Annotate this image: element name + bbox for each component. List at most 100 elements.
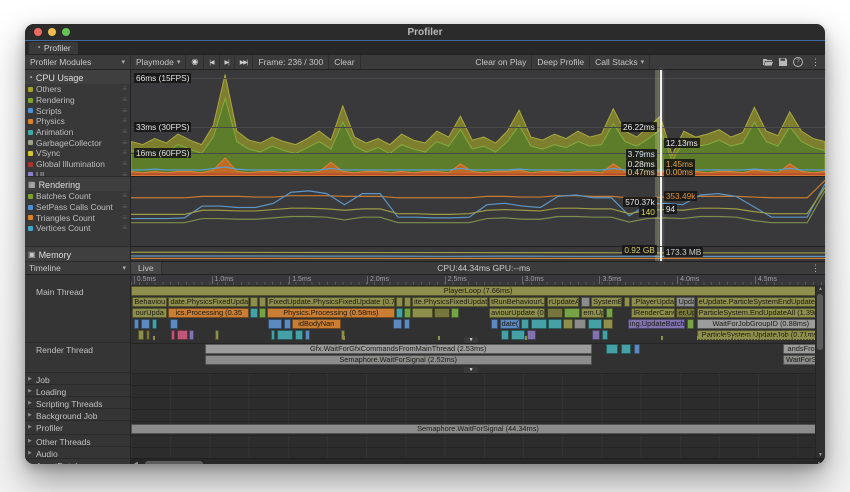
timeline-span[interactable]: aviourUpdate (0.33 xyxy=(489,308,545,318)
thread-label-profiler[interactable]: ▶Profiler xyxy=(25,421,130,435)
timeline-span[interactable]: Updat xyxy=(676,297,694,307)
timeline-span[interactable] xyxy=(404,308,410,318)
timeline-span[interactable]: ics.Processing (0.35 xyxy=(168,308,249,318)
previous-frame-button[interactable]: |◀ xyxy=(204,55,219,69)
timeline-span[interactable] xyxy=(259,308,265,318)
timeline-span[interactable] xyxy=(491,319,498,329)
legend-item-triangles-count[interactable]: Triangles Count≡ xyxy=(25,212,130,223)
timeline-span[interactable] xyxy=(547,308,563,318)
timeline-span[interactable] xyxy=(602,330,608,340)
timeline-span[interactable] xyxy=(521,319,529,329)
timeline-span[interactable] xyxy=(138,330,144,340)
legend-item-global-illumination[interactable]: Global Illumination≡ xyxy=(25,159,130,170)
timeline-span[interactable] xyxy=(177,330,188,340)
timeline-span[interactable] xyxy=(451,308,459,318)
timeline-span[interactable] xyxy=(215,330,219,340)
timeline-span[interactable] xyxy=(564,308,580,318)
load-profile-button[interactable] xyxy=(760,55,776,69)
collapse-arrow-icon[interactable]: ▼ xyxy=(464,337,478,343)
profiler-modules-dropdown[interactable]: Profiler Modules ▾ xyxy=(25,55,131,69)
expand-arrow-icon[interactable]: ▶ xyxy=(28,400,32,406)
legend-item-rendering[interactable]: Rendering≡ xyxy=(25,95,130,106)
memory-chart[interactable]: 0.92 GB173.3 MB xyxy=(131,247,825,262)
timeline-span[interactable] xyxy=(511,330,526,340)
thread-label-audio[interactable]: ▶Audio xyxy=(25,447,130,459)
legend-item-scripts[interactable]: Scripts≡ xyxy=(25,105,130,116)
timeline-span[interactable] xyxy=(277,330,294,340)
timeline-span[interactable] xyxy=(396,297,403,307)
drag-handle-icon[interactable]: ≡ xyxy=(122,224,127,232)
timeline-span[interactable]: Semaphore.WaitForSignal (2.52ms) xyxy=(205,355,592,365)
drag-handle-icon[interactable]: ≡ xyxy=(122,160,127,168)
vertical-scroll-thumb[interactable] xyxy=(817,294,823,350)
call-stacks-dropdown[interactable]: Call Stacks ▾ xyxy=(590,55,650,69)
module-header-cpu-usage[interactable]: ◔CPU Usage xyxy=(25,70,130,84)
save-profile-button[interactable] xyxy=(776,55,790,69)
timeline-span[interactable] xyxy=(404,319,410,329)
timeline-span[interactable] xyxy=(624,297,630,307)
thread-label-scripting-threads[interactable]: ▶Scripting Threads xyxy=(25,397,130,409)
timeline-span[interactable]: ourUpda xyxy=(132,308,167,318)
timeline-span[interactable]: er.Upd xyxy=(676,308,694,318)
expand-arrow-icon[interactable]: ▶ xyxy=(28,450,32,456)
timeline-span[interactable]: WaitForJobGroupID (0.88ms) xyxy=(697,319,825,329)
timeline-span[interactable] xyxy=(412,308,433,318)
timeline-span[interactable] xyxy=(141,319,151,329)
tab-profiler[interactable]: ◔ Profiler xyxy=(29,42,78,54)
timeline-span[interactable] xyxy=(305,330,311,340)
drag-handle-icon[interactable]: ≡ xyxy=(122,96,127,104)
timeline-span[interactable] xyxy=(259,297,265,307)
drag-handle-icon[interactable]: ≡ xyxy=(122,192,127,200)
timeline-span[interactable]: PlayerLoop (7.66ms) xyxy=(131,286,825,296)
thread-label-render-thread[interactable]: Render Thread xyxy=(25,343,130,373)
timeline-span[interactable] xyxy=(250,297,258,307)
playmode-dropdown[interactable]: Playmode ▾ xyxy=(131,55,186,69)
expand-arrow-icon[interactable]: ▶ xyxy=(28,412,32,418)
legend-item-physics[interactable]: Physics≡ xyxy=(25,116,130,127)
selected-frame-line[interactable] xyxy=(660,70,662,176)
timeline-span[interactable] xyxy=(606,308,614,318)
timeline-span[interactable] xyxy=(171,330,175,340)
module-header-memory[interactable]: ▣Memory xyxy=(25,247,130,261)
drag-handle-icon[interactable]: ≡ xyxy=(122,139,127,147)
clear-button[interactable]: Clear xyxy=(329,55,360,69)
timeline-horizontal-scrollbar[interactable]: ◀ ▶ xyxy=(131,458,825,464)
timeline-span[interactable] xyxy=(284,319,291,329)
timeline-span[interactable]: Physics.Processing (0.58ms) xyxy=(267,308,395,318)
drag-handle-icon[interactable]: ≡ xyxy=(122,149,127,157)
timeline-span[interactable]: SystemB xyxy=(591,297,622,307)
selected-frame-line[interactable] xyxy=(660,247,662,261)
legend-item-garbagecollector[interactable]: GarbageCollector≡ xyxy=(25,137,130,148)
selected-frame-line[interactable] xyxy=(660,177,662,246)
horizontal-scroll-thumb[interactable] xyxy=(145,461,203,464)
expand-arrow-icon[interactable]: ▶ xyxy=(28,376,32,382)
collapse-arrow-icon[interactable]: ▼ xyxy=(464,367,478,373)
thread-label-loading[interactable]: ▶Loading xyxy=(25,385,130,397)
timeline-span[interactable] xyxy=(574,319,585,329)
timeline-span[interactable] xyxy=(404,297,410,307)
rendering-chart[interactable]: 353.49k570.37k94140 xyxy=(131,177,825,247)
timeline-span[interactable] xyxy=(134,319,140,329)
timeline-span[interactable] xyxy=(687,319,694,329)
scroll-up-icon[interactable]: ▲ xyxy=(816,286,825,292)
timeline-span[interactable] xyxy=(250,308,258,318)
help-button[interactable]: ? xyxy=(790,55,806,69)
timeline-span[interactable] xyxy=(603,319,613,329)
timeline-span[interactable] xyxy=(189,330,194,340)
expand-arrow-icon[interactable]: ▶ xyxy=(28,388,32,394)
timeline-span[interactable] xyxy=(581,297,590,307)
timeline-span[interactable] xyxy=(548,319,562,329)
thread-label-main-thread[interactable]: Main Thread xyxy=(25,285,130,343)
timeline-span[interactable] xyxy=(434,308,449,318)
timeline-span[interactable]: FixedUpdate.PhysicsFixedUpdate (0.75ms) xyxy=(267,297,395,307)
scroll-left-icon[interactable]: ◀ xyxy=(131,461,141,464)
timeline-span[interactable] xyxy=(271,330,275,340)
module-header-rendering[interactable]: ▦Rendering xyxy=(25,177,130,191)
timeline-span[interactable] xyxy=(146,330,151,340)
timeline-span[interactable] xyxy=(152,319,158,329)
live-toggle[interactable]: Live xyxy=(131,262,162,274)
timeline-span[interactable] xyxy=(396,308,403,318)
next-frame-button[interactable]: ▶| xyxy=(220,55,235,69)
legend-item-vertices-count[interactable]: Vertices Count≡ xyxy=(25,223,130,234)
clear-on-play-toggle[interactable]: Clear on Play xyxy=(470,55,532,69)
